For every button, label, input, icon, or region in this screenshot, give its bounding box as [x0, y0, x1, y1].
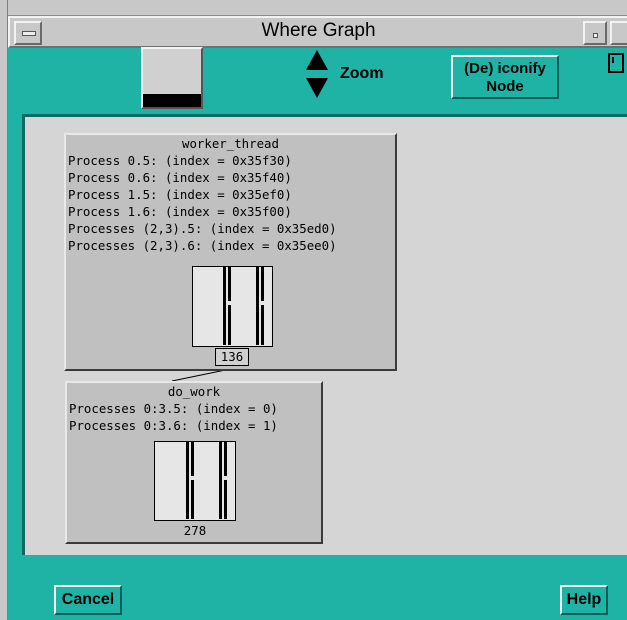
node-process-line: Processes (2,3).6: (index = 0x35ee0)	[68, 238, 337, 253]
graph-node-do-work[interactable]: do_work Processes 0:3.5: (index = 0) Pro…	[65, 381, 323, 544]
node-process-line: Processes 0:3.6: (index = 1)	[69, 418, 278, 433]
node-process-line: Processes 0:3.5: (index = 0)	[69, 401, 278, 416]
minimize-button[interactable]	[583, 21, 607, 45]
cancel-button[interactable]: Cancel	[54, 585, 122, 615]
node-process-line: Processes (2,3).5: (index = 0x35ed0)	[68, 221, 337, 236]
deiconify-node-button[interactable]: (De) iconify Node	[451, 55, 559, 99]
zoom-in-arrow-icon[interactable]	[306, 50, 328, 70]
zoom-label: Zoom	[340, 65, 384, 82]
deiconify-label-line2: Node	[486, 78, 524, 95]
graph-node-worker-thread[interactable]: worker_thread Process 0.5: (index = 0x35…	[64, 133, 397, 371]
node-process-line: Process 1.6: (index = 0x35f00)	[68, 204, 292, 219]
zoom-control: Zoom	[304, 50, 414, 100]
overview-panner[interactable]	[141, 47, 203, 109]
grabber-bars	[612, 57, 624, 63]
window-frame-left	[0, 0, 8, 620]
window-title: Where Graph	[261, 20, 376, 41]
thread-bars-graphic	[223, 267, 264, 345]
node-process-line: Process 1.5: (index = 0x35ef0)	[68, 187, 292, 202]
node-title: worker_thread	[182, 136, 279, 151]
title-bar[interactable]: Where Graph	[8, 16, 627, 48]
maximize-button[interactable]	[610, 21, 627, 45]
grabber-icon[interactable]	[608, 53, 624, 73]
node-count-label: 136	[215, 348, 249, 366]
minimize-icon	[593, 33, 598, 38]
node-count-label: 278	[183, 523, 207, 538]
where-graph-window: Where Graph Zoom (De) iconify Node worke…	[0, 0, 627, 620]
panner-viewport-indicator[interactable]	[143, 94, 201, 107]
help-button[interactable]: Help	[560, 585, 608, 615]
node-process-line: Process 0.5: (index = 0x35f30)	[68, 153, 292, 168]
thread-bars-graphic	[186, 442, 227, 519]
window-frame-top	[0, 0, 627, 16]
zoom-out-arrow-icon[interactable]	[306, 78, 328, 98]
thread-bars-icon	[192, 266, 273, 347]
thread-bars-icon	[154, 441, 236, 521]
graph-canvas[interactable]: worker_thread Process 0.5: (index = 0x35…	[22, 114, 627, 555]
node-title: do_work	[167, 384, 221, 399]
node-process-line: Process 0.6: (index = 0x35f40)	[68, 170, 292, 185]
deiconify-label-line1: (De) iconify	[464, 60, 546, 77]
